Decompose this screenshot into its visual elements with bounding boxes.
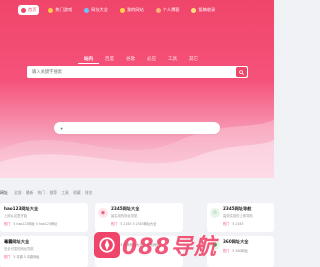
hot-tag: 热门 (223, 249, 230, 253)
site-card[interactable]: ● 360网址大全 热门 5 360网址 (207, 236, 274, 267)
nav-item-submit[interactable]: 投稿收录 (188, 5, 218, 15)
site-card[interactable]: ♲ 2345网址导航 高效实用的上网导航 热门 5 2345 (207, 203, 274, 232)
category-item[interactable]: 全部 (14, 190, 22, 196)
card-tag[interactable]: 5 2345 (120, 222, 131, 226)
search-input[interactable] (27, 66, 236, 78)
card-title: 2345网址大全 (111, 206, 140, 211)
card-subtitle: 最实用的网址导航 (111, 214, 138, 218)
wave-decoration (0, 120, 274, 178)
hero-banner (0, 0, 274, 178)
compass-icon (99, 237, 115, 253)
nav-item-my-sites[interactable]: 我的网站 (117, 5, 147, 15)
hot-tag: 热门 (4, 255, 11, 259)
tab-other[interactable]: 其它 (183, 55, 204, 64)
tab-google[interactable]: 谷歌 (120, 55, 141, 64)
category-item[interactable]: 热门 (38, 190, 46, 196)
site-card[interactable]: 毒霸网址大全 安全可靠的网址导航 热门 5 毒霸 5 毒霸网址 (0, 236, 88, 267)
category-item[interactable]: 工具 (61, 190, 69, 196)
nav-item-blog[interactable]: 个人博客 (153, 5, 183, 15)
hot-tag: 热门 (223, 222, 230, 226)
card-tags: 热门 5 2345 (223, 221, 270, 226)
hot-tag: 热门 (111, 222, 118, 226)
nav-item-label: 网址大全 (91, 7, 108, 12)
tab-tools[interactable]: 工具 (162, 55, 183, 64)
category-item[interactable]: 排名 (85, 190, 93, 196)
add-icon: + (60, 125, 64, 131)
site-card[interactable]: ◉ 2345网址大全 最实用的网址导航 热门 5 2345 5 2345网址大全 (95, 203, 183, 232)
hot-tag: 热门 (4, 222, 11, 226)
card-title: hao123网址大全 (4, 206, 39, 211)
nav-item-label: 个人博客 (162, 7, 180, 12)
globe-icon (84, 7, 90, 13)
quick-add-bar[interactable]: + (54, 122, 220, 134)
nav-item-label: 投稿收录 (198, 7, 216, 12)
card-tags: 热门 5 毒霸 5 毒霸网址 (4, 254, 84, 259)
card-title: 2345网址导航 (223, 206, 252, 211)
tab-baidu[interactable]: 百度 (99, 55, 120, 64)
site-logo-icon: ♲ (210, 208, 220, 218)
card-subtitle: 上网从这里开始 (4, 214, 28, 218)
card-tag[interactable]: 5 2345 (232, 222, 243, 226)
category-breadcrumb: 网址 全部 · 最新 · 热门 · 推荐 · 工具 · 收藏 · 排名 (0, 190, 93, 196)
card-subtitle: 高效实用的上网导航 (223, 214, 253, 218)
card-tag[interactable]: 5 hao123网址 (36, 222, 57, 226)
site-logo-icon: ◉ (98, 208, 108, 218)
card-tag[interactable]: 5 2345网址大全 (133, 222, 157, 226)
search-button[interactable] (236, 67, 247, 77)
card-tags: 热门 5 360网址 (223, 248, 270, 253)
edit-icon (191, 7, 197, 13)
home-icon (21, 7, 26, 13)
card-tags: 热门 5 hao123网址 5 hao123网址 (4, 221, 84, 226)
star-icon (119, 7, 125, 13)
user-icon (155, 7, 161, 13)
category-item[interactable]: 推荐 (49, 190, 57, 196)
card-title: 360网址大全 (223, 239, 249, 244)
search-icon (239, 69, 244, 75)
search-bar (27, 66, 248, 78)
card-subtitle: 安全可靠的网址导航 (4, 247, 34, 251)
card-tag[interactable]: 5 360网址 (232, 249, 248, 253)
nav-item-label: 热门游戏 (55, 7, 73, 12)
category-item[interactable]: 收藏 (73, 190, 81, 196)
nav-item-label: 首页 (28, 7, 37, 12)
card-tag[interactable]: 5 毒霸 (13, 255, 22, 259)
nav-item-label: 我的网站 (126, 7, 144, 12)
card-title: 毒霸网址大全 (4, 239, 30, 244)
category-lead: 网址 (0, 190, 8, 195)
search-engine-tabs: 站内 百度 谷歌 必应 工具 其它 (78, 55, 204, 64)
tab-site[interactable]: 站内 (78, 55, 99, 64)
watermark-text: 088导航 (122, 235, 217, 260)
top-navigation: 首页 热门游戏 网址大全 我的网站 个人博客 投稿收录 (0, 0, 274, 20)
card-tag[interactable]: 5 hao123网址 (13, 222, 34, 226)
nav-item-home[interactable]: 首页 (18, 5, 40, 15)
card-tags: 热门 5 2345 5 2345网址大全 (111, 221, 179, 226)
fire-icon (48, 7, 54, 13)
category-item[interactable]: 最新 (26, 190, 34, 196)
card-tag[interactable]: 5 毒霸网址 (24, 255, 40, 259)
watermark: 088导航 (94, 229, 217, 261)
nav-item-directory[interactable]: 网址大全 (81, 5, 111, 15)
tab-bing[interactable]: 必应 (141, 55, 162, 64)
watermark-logo-icon (94, 232, 120, 258)
site-card[interactable]: hao123网址大全 上网从这里开始 热门 5 hao123网址 5 hao12… (0, 203, 88, 232)
nav-item-games[interactable]: 热门游戏 (45, 5, 75, 15)
